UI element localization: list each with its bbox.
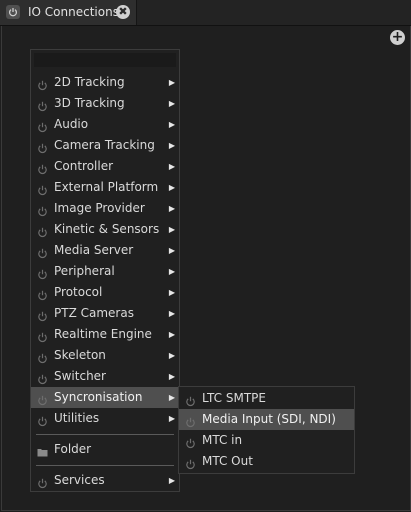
power-icon [185, 456, 196, 470]
menu-item-ptz-cameras[interactable]: PTZ Cameras ▶ [31, 303, 179, 324]
menu-item-label: Services [54, 473, 105, 487]
menu-item-label: Peripheral [54, 264, 115, 278]
menu-item-label: Protocol [54, 285, 103, 299]
chevron-right-icon: ▶ [168, 99, 175, 108]
power-icon [185, 414, 196, 428]
menu-item-label: MTC Out [202, 454, 253, 468]
menu-item-folder[interactable]: Folder [31, 439, 179, 460]
menu-item-label: LTC SMTPE [202, 391, 266, 405]
menu-item-3d-tracking[interactable]: 3D Tracking ▶ [31, 93, 179, 114]
menu-item-label: Camera Tracking [54, 138, 155, 152]
menu-item-mtc-in[interactable]: MTC in [179, 430, 354, 451]
menu-item-skeleton[interactable]: Skeleton ▶ [31, 345, 179, 366]
menu-item-services[interactable]: Services ▶ [31, 470, 179, 491]
menu-item-label: Realtime Engine [54, 327, 152, 341]
power-icon [185, 435, 196, 449]
power-icon [37, 140, 48, 154]
chevron-right-icon: ▶ [168, 246, 175, 255]
power-icon [37, 308, 48, 322]
menu-item-label: 2D Tracking [54, 75, 125, 89]
power-icon [37, 392, 48, 406]
menu-item-controller[interactable]: Controller ▶ [31, 156, 179, 177]
chevron-right-icon: ▶ [168, 225, 175, 234]
menu-item-label: Utilities [54, 411, 100, 425]
chevron-right-icon: ▶ [168, 414, 175, 423]
menu-item-label: MTC in [202, 433, 243, 447]
menu-item-protocol[interactable]: Protocol ▶ [31, 282, 179, 303]
chevron-right-icon: ▶ [168, 120, 175, 129]
menu-item-label: External Platform [54, 180, 159, 194]
tab-bar: IO Connections ✖ [0, 0, 411, 26]
menu-item-camera-tracking[interactable]: Camera Tracking ▶ [31, 135, 179, 156]
menu-item-2d-tracking[interactable]: 2D Tracking ▶ [31, 72, 179, 93]
menu-item-label: Folder [54, 442, 92, 456]
power-icon [37, 413, 48, 427]
menu-item-label: Audio [54, 117, 89, 131]
chevron-right-icon: ▶ [168, 288, 175, 297]
menu-item-kinetic-sensors[interactable]: Kinetic & Sensors ▶ [31, 219, 179, 240]
chevron-right-icon: ▶ [168, 393, 175, 402]
tab-title: IO Connections [28, 5, 119, 19]
menu-item-utilities[interactable]: Utilities ▶ [31, 408, 179, 429]
power-icon [37, 475, 48, 489]
menu-item-label: Image Provider [54, 201, 145, 215]
power-icon [37, 77, 48, 91]
power-icon [37, 119, 48, 133]
menu-item-label: Media Input (SDI, NDI) [202, 412, 336, 426]
menu-divider [36, 465, 174, 466]
menu-item-media-input-sdi-ndi[interactable]: Media Input (SDI, NDI) [179, 409, 354, 430]
chevron-right-icon: ▶ [168, 309, 175, 318]
chevron-right-icon: ▶ [168, 351, 175, 360]
menu-item-media-server[interactable]: Media Server ▶ [31, 240, 179, 261]
power-icon [37, 287, 48, 301]
menu-item-realtime-engine[interactable]: Realtime Engine ▶ [31, 324, 179, 345]
close-icon[interactable]: ✖ [116, 5, 130, 19]
power-icon [37, 245, 48, 259]
menu-item-external-platform[interactable]: External Platform ▶ [31, 177, 179, 198]
menu-item-label: Switcher [54, 369, 106, 383]
folder-icon [37, 444, 48, 457]
chevron-right-icon: ▶ [168, 183, 175, 192]
menu-item-audio[interactable]: Audio ▶ [31, 114, 179, 135]
power-icon [37, 266, 48, 280]
chevron-right-icon: ▶ [168, 372, 175, 381]
context-menu: 2D Tracking ▶ 3D Tracking ▶ Audio ▶ Camera Tra… [30, 49, 180, 492]
menu-item-peripheral[interactable]: Peripheral ▶ [31, 261, 179, 282]
power-icon [37, 203, 48, 217]
power-icon [37, 329, 48, 343]
chevron-right-icon: ▶ [168, 162, 175, 171]
syncronisation-submenu: LTC SMTPE Media Input (SDI, NDI) MTC in MTC… [178, 386, 355, 474]
chevron-right-icon: ▶ [168, 476, 175, 485]
power-icon [37, 98, 48, 112]
power-icon [37, 371, 48, 385]
chevron-right-icon: ▶ [168, 204, 175, 213]
power-icon [37, 182, 48, 196]
power-icon [37, 224, 48, 238]
chevron-right-icon: ▶ [168, 330, 175, 339]
menu-item-switcher[interactable]: Switcher ▶ [31, 366, 179, 387]
menu-item-label: Controller [54, 159, 114, 173]
menu-item-label: Skeleton [54, 348, 106, 362]
power-icon [6, 5, 20, 19]
power-icon [37, 350, 48, 364]
menu-item-mtc-out[interactable]: MTC Out [179, 451, 354, 472]
power-icon [185, 393, 196, 407]
menu-item-label: Kinetic & Sensors [54, 222, 160, 236]
chevron-right-icon: ▶ [168, 267, 175, 276]
menu-item-image-provider[interactable]: Image Provider ▶ [31, 198, 179, 219]
menu-item-ltc-smtpe[interactable]: LTC SMTPE [179, 388, 354, 409]
menu-search-input[interactable] [34, 53, 176, 67]
chevron-right-icon: ▶ [168, 141, 175, 150]
power-icon [37, 161, 48, 175]
add-icon[interactable]: + [390, 30, 405, 45]
menu-item-label: Media Server [54, 243, 134, 257]
chevron-right-icon: ▶ [168, 78, 175, 87]
menu-item-label: PTZ Cameras [54, 306, 134, 320]
menu-item-syncronisation[interactable]: Syncronisation ▶ [31, 387, 179, 408]
menu-divider [36, 434, 174, 435]
menu-item-label: Syncronisation [54, 390, 143, 404]
menu-item-label: 3D Tracking [54, 96, 125, 110]
tab-io-connections[interactable]: IO Connections ✖ [0, 0, 137, 25]
